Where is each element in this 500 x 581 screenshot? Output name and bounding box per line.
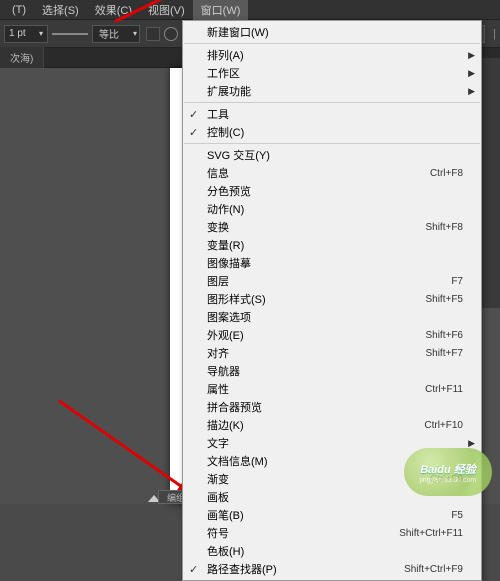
submenu-arrow-icon: ▶ [468,438,475,449]
menu-item[interactable]: ✓ 工具 [183,105,481,123]
menu-item[interactable]: 外观(E)Shift+F6 [183,326,481,344]
menu-item-label: 画笔(B) [207,507,451,523]
submenu-arrow-icon: ▶ [468,50,475,61]
menu-item-label: 描边(K) [207,417,424,433]
menu-item[interactable]: 动作(N) [183,200,481,218]
menu-separator [184,43,480,44]
menu-item[interactable]: 分色预览 [183,182,481,200]
menu-item-shortcut: F5 [451,510,463,521]
menu-item-label: 色板(H) [207,543,463,559]
menu-item[interactable]: 新建窗口(W) [183,23,481,41]
menu-item[interactable]: 变换Shift+F8 [183,218,481,236]
menu-item[interactable]: 信息Ctrl+F8 [183,164,481,182]
menu-item-label: 新建窗口(W) [207,24,463,40]
menu-item-label: 动作(N) [207,201,463,217]
document-tab[interactable]: 次海) [0,47,44,68]
menu-effect[interactable]: 效果(C) [87,0,140,20]
stroke-preview[interactable] [52,33,88,35]
menu-item-shortcut: F7 [451,276,463,287]
check-icon: ✓ [189,126,198,139]
menu-item[interactable]: 导航器 [183,362,481,380]
menu-item[interactable]: 图像描摹 [183,254,481,272]
menu-item-label: 工具 [207,106,463,122]
menu-item-label: 图形样式(S) [207,291,425,307]
menu-item-label: 控制(C) [207,124,463,140]
menu-item-shortcut: Shift+F6 [425,330,463,341]
menu-item-label: 符号 [207,525,399,541]
menu-item[interactable]: 对齐Shift+F7 [183,344,481,362]
menu-item[interactable]: 符号Shift+Ctrl+F11 [183,524,481,542]
menu-item[interactable]: 属性Ctrl+F11 [183,380,481,398]
menu-item-label: 变换 [207,219,425,235]
menu-item-label: 路径查找器(P) [207,561,404,577]
stroke-width-field[interactable]: 1 pt▾ [4,25,48,43]
menu-item[interactable]: 图层F7 [183,272,481,290]
swap-icon[interactable] [146,27,160,41]
menu-item-label: 外观(E) [207,327,425,343]
menu-item[interactable]: 排列(A) ▶ [183,46,481,64]
watermark-url: jingyan.baidu.com [420,477,476,484]
submenu-arrow-icon: ▶ [468,86,475,97]
anchor-circle-icon[interactable] [164,27,178,41]
menu-item-shortcut: Shift+Ctrl+F11 [399,528,463,539]
menu-separator [184,143,480,144]
menu-item-shortcut: Shift+F5 [425,294,463,305]
menu-item-shortcut: Ctrl+F8 [430,168,463,179]
menu-item-shortcut: Shift+F7 [425,348,463,359]
menu-item-shortcut: Ctrl+F10 [424,420,463,431]
menu-item-label: 属性 [207,381,425,397]
menu-item[interactable]: 描边(K)Ctrl+F10 [183,416,481,434]
check-icon: ✓ [189,108,198,121]
menu-item-label: 图层 [207,273,451,289]
menu-item-label: 图像描摹 [207,255,463,271]
menu-item-label: 图案选项 [207,309,463,325]
watermark: Baidu 经验 jingyan.baidu.com [404,448,492,496]
menu-item-label: 变量(R) [207,237,463,253]
menu-item[interactable]: 画笔(B)F5 [183,506,481,524]
menu-separator [184,102,480,103]
menu-item-label: 导航器 [207,363,463,379]
watermark-brand: Baidu 经验 [420,461,476,477]
menu-item-label: 排列(A) [207,47,463,63]
menu-t[interactable]: (T) [4,2,34,18]
menubar: (T) 选择(S) 效果(C) 视图(V) 窗口(W) [0,0,500,20]
menu-item[interactable]: ✓ 路径查找器(P)Shift+Ctrl+F9 [183,560,481,578]
menu-item-label: SVG 交互(Y) [207,147,463,163]
menu-item-shortcut: Ctrl+F11 [425,384,463,395]
menu-item[interactable]: 扩展功能 ▶ [183,82,481,100]
menu-item[interactable]: SVG 交互(Y) [183,146,481,164]
menu-item-label: 拼合器预览 [207,399,463,415]
menu-item-label: 扩展功能 [207,83,463,99]
menu-item-shortcut: Shift+Ctrl+F9 [404,564,463,575]
menu-select[interactable]: 选择(S) [34,0,87,20]
menu-item[interactable]: 图案选项 [183,308,481,326]
menu-window[interactable]: 窗口(W) [193,0,249,20]
menu-item-label: 信息 [207,165,430,181]
submenu-arrow-icon: ▶ [468,68,475,79]
menu-item[interactable]: ✓ 控制(C) [183,123,481,141]
menu-item-label: 分色预览 [207,183,463,199]
menu-item-label: 渐变 [207,471,430,487]
window-menu-dropdown: 新建窗口(W) 排列(A) ▶ 工作区 ▶ 扩展功能 ▶ ✓ 工具 ✓ 控制(C) SVG 交互(Y)… [182,20,482,581]
menu-item-shortcut: Shift+F8 [425,222,463,233]
toolbar-sep: | [493,28,496,40]
menu-item[interactable]: 拼合器预览 [183,398,481,416]
stroke-width-value: 1 pt [9,28,26,39]
menu-item-label: 工作区 [207,65,463,81]
menu-item-label: 对齐 [207,345,425,361]
proportion-select[interactable]: 等比 [92,25,140,43]
check-icon: ✓ [189,563,198,576]
menu-item[interactable]: 色板(H) [183,542,481,560]
menu-item[interactable]: 图形样式(S)Shift+F5 [183,290,481,308]
menu-item[interactable]: 工作区 ▶ [183,64,481,82]
menu-item[interactable]: 变量(R) [183,236,481,254]
